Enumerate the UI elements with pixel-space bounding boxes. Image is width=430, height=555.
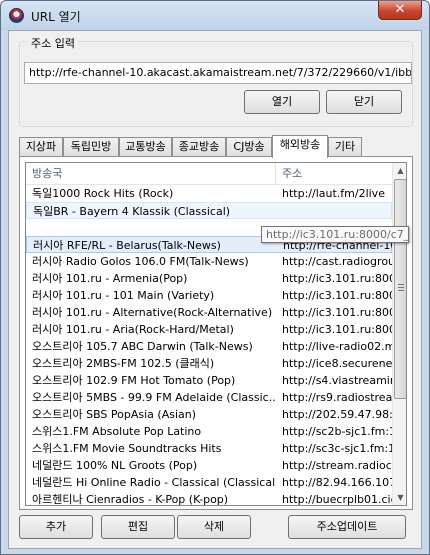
station-name: 오스트리아 5MBS - 99.9 FM Adelaide (Classic..… xyxy=(32,391,276,404)
delete-button[interactable]: 삭제 xyxy=(177,515,251,539)
url-tooltip: http://ic3.101.ru:8000/c7_13? xyxy=(261,226,409,243)
list-item[interactable]: 아르헨티나 Cienradios - K-Pop (K-pop) http://b… xyxy=(26,491,392,506)
station-url: http://sc3c-sjc1.fm:10 xyxy=(282,442,392,455)
list-item[interactable]: 오스트리아 2MBS-FM 102.5 (클래식) http://ice8.sec… xyxy=(26,355,392,372)
station-url: http://laut.fm/2live xyxy=(282,187,385,200)
overseas-tab-panel: 방송국 주소 독일1000 Rock Hits (Rock) http://lau… xyxy=(19,156,413,510)
station-list[interactable]: 방송국 주소 독일1000 Rock Hits (Rock) http://lau… xyxy=(25,162,407,506)
list-item[interactable]: 스위스1.FM Absolute Pop Latino http://sc2b-s… xyxy=(26,423,392,440)
scroll-up-icon[interactable]: ▲ xyxy=(395,164,406,177)
list-item[interactable]: 독일1000 Rock Hits (Rock) http://laut.fm/2l… xyxy=(26,185,392,202)
url-open-dialog: URL 열기 ✕ 주소 입력 http://rfe-channel-10.aka… xyxy=(0,0,430,555)
station-name: 러시아 RFE/RL - Belarus(Talk-News) xyxy=(33,239,221,252)
station-name: 러시아 Radio Golos 106.0 FM(Talk-News) xyxy=(32,255,249,268)
list-item[interactable]: 독일BR - Bayern 4 Klassik (Classical) xyxy=(26,202,392,219)
list-item[interactable]: 러시아 Radio Golos 106.0 FM(Talk-News) http:… xyxy=(26,253,392,270)
station-url: http://202.59.47.98:80/ xyxy=(282,408,392,421)
update-address-button[interactable]: 주소업데이트 xyxy=(288,515,406,539)
station-url: http://ice8.securenetsy xyxy=(282,357,392,370)
station-name: 러시아 101.ru - Armenia(Pop) xyxy=(32,272,188,285)
tab-religious[interactable]: 종교방송 xyxy=(172,137,226,157)
close-window-button[interactable]: ✕ xyxy=(378,1,422,20)
station-url: http://buecrplb01.cien xyxy=(282,493,392,506)
tab-overseas[interactable]: 해외방송 xyxy=(272,135,328,158)
station-url: http://s4.viastreaming xyxy=(282,374,392,387)
url-input-group: 주소 입력 http://rfe-channel-10.akacast.akam… xyxy=(19,35,413,127)
station-name: 러시아 101.ru - Alternative(Rock-Alternativ… xyxy=(32,306,273,319)
station-url: http://rs9.radiostream xyxy=(282,391,392,404)
list-item[interactable]: 오스트리아 5MBS - 99.9 FM Adelaide (Classic..… xyxy=(26,389,392,406)
dialog-body: 주소 입력 http://rfe-channel-10.akacast.akam… xyxy=(8,30,422,549)
tab-terrestrial[interactable]: 지상파 xyxy=(19,137,63,157)
station-name: 오스트리아 105.7 ABC Darwin (Talk-News) xyxy=(32,340,253,353)
station-url: http://ic3.101.ru:8000/c xyxy=(282,289,392,302)
list-item[interactable]: 오스트리아 SBS PopAsia (Asian) http://202.59.4… xyxy=(26,406,392,423)
tab-cj[interactable]: CJ방송 xyxy=(226,137,272,157)
list-header: 방송국 주소 xyxy=(26,163,392,185)
station-url: http://sc2b-sjc1.fm:10 xyxy=(282,425,392,438)
list-item[interactable]: 스위스1.FM Movie Soundtracks Hits http://sc3… xyxy=(26,440,392,457)
scroll-down-icon[interactable]: ▼ xyxy=(395,491,406,504)
list-item[interactable]: 네덜란드 100% NL Groots (Pop) http://stream.r… xyxy=(26,457,392,474)
vertical-scrollbar[interactable]: ▲ ▼ xyxy=(392,163,406,505)
add-button[interactable]: 추가 xyxy=(19,515,93,539)
station-url: http://cast.radiogroup xyxy=(282,255,392,268)
list-item[interactable]: 러시아 101.ru - 101 Main (Variety) http://ic… xyxy=(26,287,392,304)
station-name: 스위스1.FM Absolute Pop Latino xyxy=(32,425,202,438)
list-item[interactable]: 오스트리아 105.7 ABC Darwin (Talk-News) http:/… xyxy=(26,338,392,355)
station-name: 네덜란드 Hi Online Radio - Classical (Classi… xyxy=(32,476,276,489)
title-bar[interactable]: URL 열기 ✕ xyxy=(1,1,429,30)
station-name: 독일1000 Rock Hits (Rock) xyxy=(32,187,174,200)
station-name: 오스트리아 SBS PopAsia (Asian) xyxy=(32,408,197,421)
tab-traffic[interactable]: 교통방송 xyxy=(119,137,172,157)
column-header-station[interactable]: 방송국 xyxy=(26,163,276,185)
station-name: 독일BR - Bayern 4 Klassik (Classical) xyxy=(33,205,231,218)
list-item[interactable]: 오스트리아 102.9 FM Hot Tomato (Pop) http://s4… xyxy=(26,372,392,389)
tab-independent[interactable]: 독립민방 xyxy=(63,137,119,157)
station-url: http://82.94.166.107:80 xyxy=(282,476,392,489)
tab-other[interactable]: 기타 xyxy=(328,137,362,157)
station-url: http://ic3.101.ru:8000/c xyxy=(282,272,392,285)
radio-app-icon xyxy=(9,8,24,23)
url-field[interactable]: http://rfe-channel-10.akacast.akamaistre… xyxy=(24,62,412,84)
station-name: 오스트리아 2MBS-FM 102.5 (클래식) xyxy=(32,357,215,370)
open-button[interactable]: 열기 xyxy=(244,90,320,114)
station-name: 오스트리아 102.9 FM Hot Tomato (Pop) xyxy=(32,374,236,387)
station-url: http://live-radio02.me xyxy=(282,340,392,353)
station-url: http://ic3.101.ru:8000/c xyxy=(282,323,392,336)
list-item[interactable]: 러시아 101.ru - Armenia(Pop) http://ic3.101.… xyxy=(26,270,392,287)
station-name: 러시아 101.ru - Aria(Rock-Hard/Metal) xyxy=(32,323,234,336)
station-name: 네덜란드 100% NL Groots (Pop) xyxy=(32,459,198,472)
list-item[interactable]: 러시아 101.ru - Alternative(Rock-Alternativ… xyxy=(26,304,392,321)
edit-button[interactable]: 편집 xyxy=(101,515,175,539)
scroll-thumb[interactable] xyxy=(394,179,406,399)
url-group-label: 주소 입력 xyxy=(28,35,78,51)
station-url: http://stream.radiocor xyxy=(282,459,392,472)
station-url: http://ic3.101.ru:8000/c xyxy=(282,306,392,319)
close-button[interactable]: 닫기 xyxy=(326,90,402,114)
list-item[interactable]: 러시아 101.ru - Aria(Rock-Hard/Metal) http:/… xyxy=(26,321,392,338)
list-item[interactable]: 네덜란드 Hi Online Radio - Classical (Classi… xyxy=(26,474,392,491)
window-title: URL 열기 xyxy=(31,10,81,24)
station-name: 스위스1.FM Movie Soundtracks Hits xyxy=(32,442,222,455)
station-name: 러시아 101.ru - 101 Main (Variety) xyxy=(32,289,215,302)
station-name: 아르헨티나 Cienradios - K-Pop (K-pop) xyxy=(32,493,229,506)
column-header-address[interactable]: 주소 xyxy=(276,163,392,185)
